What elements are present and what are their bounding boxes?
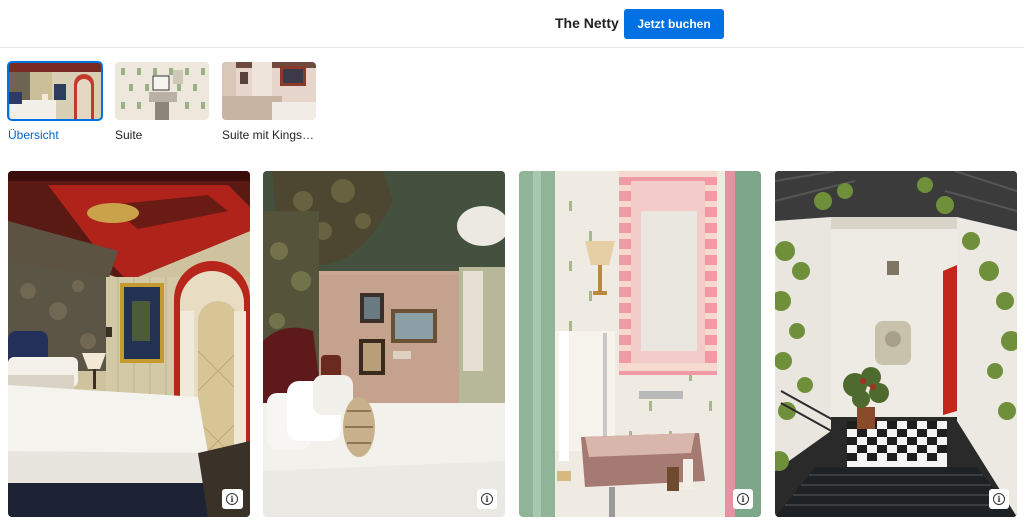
gallery-photo-bedroom-red[interactable]: i [8,171,250,517]
info-icon: i [993,493,1005,505]
tab-suite-kingsize[interactable]: Suite mit Kings… [222,62,316,142]
tab-suite-thumbnail [115,62,209,120]
photo-info-button[interactable]: i [222,489,242,509]
tab-suite-kingsize-thumbnail [222,62,316,120]
info-icon: i [737,493,749,505]
tab-overview-thumbnail [7,61,103,121]
hotel-name: The Netty [555,15,619,31]
tab-suite[interactable]: Suite [115,62,209,142]
photo-info-button[interactable]: i [989,489,1009,509]
gallery-photo-entrance[interactable]: i [775,171,1017,517]
tab-overview-label: Übersicht [8,128,59,142]
info-icon: i [226,493,238,505]
photo-info-button[interactable]: i [477,489,497,509]
info-icon: i [481,493,493,505]
gallery-photo-bedroom-green[interactable]: i [263,171,505,517]
tab-suite-label: Suite [115,128,143,142]
tab-suite-kingsize-label: Suite mit Kings… [222,128,315,142]
book-now-button[interactable]: Jetzt buchen [624,9,724,39]
photo-info-button[interactable]: i [733,489,753,509]
tab-overview[interactable]: Übersicht [7,61,103,142]
top-bar: The Netty Jetzt buchen [0,0,1024,48]
gallery-photo-bathroom[interactable]: i [519,171,761,517]
